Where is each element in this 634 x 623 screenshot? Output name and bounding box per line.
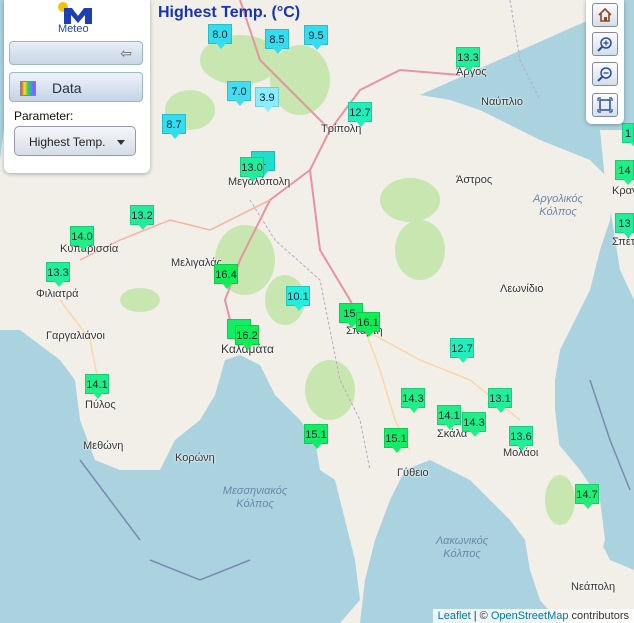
- station-marker[interactable]: 13: [615, 213, 634, 238]
- place-label: Φιλιατρά: [36, 288, 79, 300]
- place-label: Λεωνίδιο: [500, 283, 544, 295]
- zoom-out-icon: [597, 67, 612, 82]
- place-label: Γαργαλιάνοι: [46, 330, 105, 342]
- station-marker[interactable]: 14.0: [70, 226, 94, 251]
- place-label: Γύθειο: [397, 467, 429, 479]
- station-marker[interactable]: 12.7: [348, 102, 372, 127]
- zoom-in-icon: [597, 37, 612, 52]
- station-marker[interactable]: 8.0: [208, 24, 232, 49]
- station-marker[interactable]: 8.5: [265, 29, 289, 54]
- home-button[interactable]: [592, 3, 618, 27]
- station-marker[interactable]: 14.3: [401, 388, 425, 413]
- gulf-label: Μεσσηνιακός Κόλπος: [222, 485, 288, 510]
- station-marker[interactable]: 14.1: [85, 374, 109, 399]
- station-marker[interactable]: 15.1: [384, 428, 408, 453]
- station-marker[interactable]: 13.0: [240, 157, 264, 182]
- fit-extent-button[interactable]: [592, 93, 618, 117]
- map-title: Highest Temp. (°C): [158, 4, 301, 21]
- place-label: Άστρος: [456, 174, 493, 186]
- station-marker[interactable]: 16.1: [356, 312, 380, 337]
- attribution-separator: | ©: [470, 610, 491, 622]
- chevron-down-icon: [117, 140, 125, 145]
- leaflet-link[interactable]: Leaflet: [438, 610, 471, 622]
- home-icon: [598, 7, 612, 22]
- data-button[interactable]: Data: [9, 72, 143, 102]
- color-palette-icon: [20, 81, 36, 96]
- station-marker[interactable]: 10.1: [286, 286, 310, 311]
- station-marker[interactable]: 3.9: [255, 87, 279, 112]
- attribution-contributors: contributors: [568, 610, 629, 622]
- station-marker[interactable]: 13.3: [456, 47, 480, 72]
- parameter-label: Parameter:: [14, 109, 74, 123]
- place-label: Ναύπλιο: [481, 96, 523, 108]
- station-marker[interactable]: 16.4: [214, 264, 238, 289]
- map-attribution: Leaflet | © OpenStreetMap contributors: [432, 609, 634, 623]
- map-toolbar: [586, 0, 624, 124]
- place-label: Μεθώνη: [83, 440, 124, 452]
- control-panel: Meteo ⇦ Data Parameter: Highest Temp.: [4, 0, 150, 173]
- station-marker[interactable]: 16.2: [235, 325, 259, 350]
- zoom-in-button[interactable]: [592, 32, 618, 56]
- fit-extent-icon: [597, 97, 613, 113]
- parameter-select[interactable]: Highest Temp.: [14, 126, 136, 156]
- station-marker[interactable]: 14.1: [437, 405, 461, 430]
- place-label: Κορώνη: [175, 452, 215, 464]
- station-marker[interactable]: 8.7: [162, 114, 186, 139]
- station-marker[interactable]: 13.3: [46, 262, 70, 287]
- station-marker[interactable]: 13.1: [488, 388, 512, 413]
- place-label: Πύλος: [85, 399, 116, 411]
- station-marker[interactable]: 12.7: [450, 338, 474, 363]
- collapse-panel-button[interactable]: ⇦: [9, 41, 143, 65]
- logo-text: Meteo: [58, 23, 89, 35]
- zoom-out-button[interactable]: [592, 62, 618, 86]
- station-marker[interactable]: 9.5: [304, 25, 328, 50]
- gulf-label: Λακωνικός Κόλπος: [435, 535, 489, 560]
- station-marker[interactable]: 14.7: [575, 484, 599, 509]
- station-marker[interactable]: 13.2: [130, 205, 154, 230]
- place-label: Κρανίδι: [612, 185, 634, 197]
- station-marker[interactable]: 14: [615, 160, 634, 185]
- gulf-label: Αργολικός Κόλπος: [533, 193, 583, 218]
- osm-link[interactable]: OpenStreetMap: [491, 610, 569, 622]
- station-marker[interactable]: 7.0: [227, 81, 251, 106]
- data-button-label: Data: [52, 80, 82, 96]
- parameter-select-value: Highest Temp.: [29, 135, 106, 149]
- station-marker[interactable]: 14.3: [462, 412, 486, 437]
- station-marker[interactable]: 1: [622, 123, 634, 148]
- arrow-left-icon: ⇦: [120, 45, 132, 61]
- place-label: Νεάπολη: [571, 581, 616, 593]
- station-marker[interactable]: 15.1: [304, 424, 328, 449]
- station-marker[interactable]: 13.6: [509, 426, 533, 451]
